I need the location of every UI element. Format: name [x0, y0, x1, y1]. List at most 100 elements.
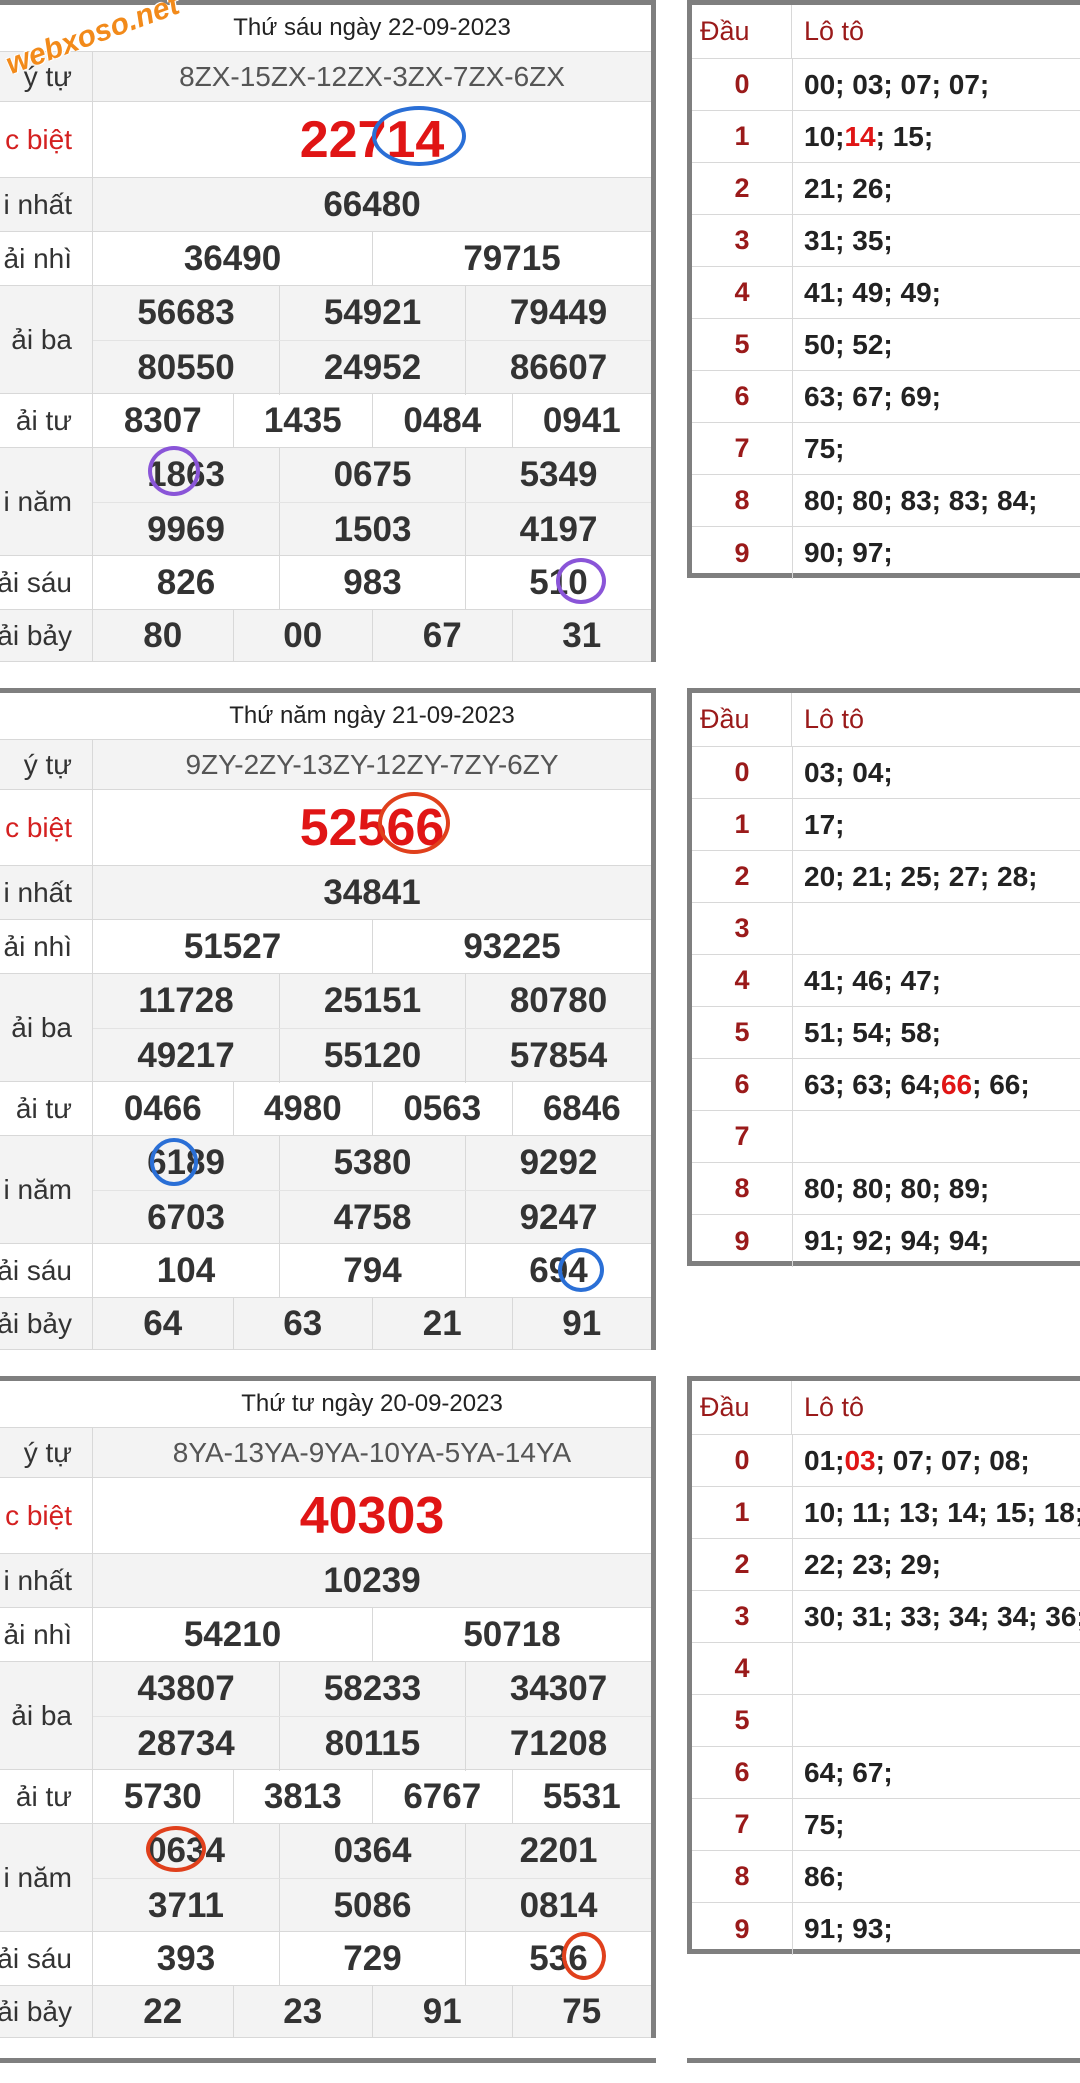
prize-number: 794 — [279, 1244, 465, 1298]
result-row-dac_biet: c biệt 52566 — [0, 790, 651, 866]
prize-number: 25151 — [279, 974, 465, 1028]
loto-header-loto: Lô tô — [804, 704, 865, 734]
prize-number: 24952 — [279, 341, 465, 395]
prize-number: 86607 — [465, 341, 651, 395]
loto-number-text: 91; 92; 94; 94; — [804, 1225, 990, 1256]
prize-number: 64 — [143, 1304, 183, 1343]
loto-values: 50; 52; — [804, 319, 1080, 370]
prize-number: 729 — [279, 1932, 465, 1986]
prize-number: 11728 — [138, 981, 234, 1020]
prize-number: 0484 — [372, 394, 512, 448]
loto-number-text: 17; — [804, 808, 845, 840]
loto-head-digit: 1 — [692, 799, 793, 850]
loto-values: 31; 35; — [804, 215, 1080, 266]
loto-values: 41; 46; 47; — [804, 955, 1080, 1006]
result-row-tu: ải tư 5730 3813 6767 5531 — [0, 1770, 651, 1824]
day-block: Thứ năm ngày 21-09-2023 ý tự 9ZY-2ZY-13ZY-… — [0, 688, 1080, 1376]
loto-number-text: 64; 67; — [804, 1756, 893, 1788]
loto-table: Đầu Lô tô 0 01; 03; 07; 07; 08; 1 10; 11; 13;… — [687, 1376, 1080, 1955]
value-line: 56683 54921 79449 — [93, 286, 651, 340]
prize-number: 6703 — [147, 1198, 225, 1237]
loto-values: 41; 49; 49; — [804, 267, 1080, 318]
loto-head-digit: 7 — [692, 423, 793, 474]
loto-header-loto: Lô tô — [804, 16, 865, 46]
loto-row: 5 51; 54; 58; — [692, 1007, 1080, 1059]
loto-head-digit: 0 — [692, 59, 793, 110]
loto-header-dau: Đầu — [692, 5, 792, 58]
loto-number-text: 10; 11; 13; 14; 15; 18; — [804, 1496, 1080, 1528]
value-line: 80550 24952 86607 — [93, 340, 651, 395]
prize-number: 694 — [465, 1244, 651, 1298]
prize-number: 67 — [372, 610, 512, 662]
prize-number: 79449 — [465, 286, 651, 340]
prize-number: 71208 — [465, 1717, 651, 1771]
next-results-table-edge — [0, 2058, 656, 2083]
result-row-bay: ải bảy 22 23 91 75 — [0, 1986, 651, 2038]
prize-number: 9247 — [465, 1191, 651, 1245]
prize-number: 75 — [511, 1986, 652, 2038]
value-line: 34841 — [93, 866, 651, 920]
loto-number-text: 31; 35; — [804, 224, 893, 256]
loto-number-text: 41; 49; 49; — [804, 276, 941, 308]
prize-number: 4980 — [232, 1082, 373, 1136]
day-title: Thứ năm ngày 21-09-2023 — [229, 702, 515, 729]
prize-values: 56683 54921 79449 80550 24952 86607 — [93, 286, 651, 395]
value-line: 9969 1503 4197 — [93, 502, 651, 557]
prize-values: 36490 79715 — [93, 232, 651, 286]
loto-head-digit: 6 — [692, 1059, 793, 1110]
result-row-ba: ải ba 56683 54921 79449 80550 24952 86607 — [0, 286, 651, 395]
prize-label-nhi: ải nhì — [0, 920, 93, 973]
prize-number: 21 — [372, 1298, 512, 1350]
prize-values: 51527 93225 — [93, 920, 651, 974]
prize-number: 58233 — [279, 1662, 465, 1716]
loto-number-text: ; 15; — [875, 120, 934, 152]
prize-values: 5730 3813 6767 5531 — [93, 1770, 652, 1824]
prize-number: 0941 — [511, 394, 652, 448]
prize-number: 56683 — [137, 293, 235, 332]
prize-number: 10239 — [323, 1561, 421, 1600]
prize-number: 5086 — [279, 1879, 465, 1933]
loto-number-text: 51; 54; 58; — [804, 1016, 941, 1048]
special-prize-number: 40303 — [299, 1486, 445, 1545]
loto-number-text: 22; 23; 29; — [804, 1548, 941, 1580]
value-line: 43807 58233 34307 — [93, 1662, 651, 1716]
loto-values: 75; — [804, 1799, 1080, 1850]
prize-values: 40303 — [93, 1478, 651, 1553]
loto-header-dau: Đầu — [692, 693, 792, 746]
loto-number-text: ; 07; 07; 08; — [875, 1444, 1030, 1476]
loto-number-text: 75; — [804, 1808, 845, 1840]
prize-number: 6189 — [147, 1143, 225, 1182]
prize-number: 5380 — [279, 1136, 465, 1190]
loto-head-digit: 5 — [692, 1007, 793, 1058]
ky-hieu-code: 8YA-13YA-9YA-10YA-5YA-14YA — [172, 1436, 572, 1468]
loto-row: 1 10; 14; 15; — [692, 111, 1080, 163]
loto-values: 10; 11; 13; 14; 15; 18; — [804, 1487, 1080, 1538]
loto-values: 21; 26; — [804, 163, 1080, 214]
prize-label-nam: i năm — [0, 1824, 93, 1931]
result-row-dac_biet: c biệt 22714 — [0, 102, 651, 178]
prize-number: 2201 — [465, 1824, 651, 1878]
value-line: 64 63 21 91 — [93, 1298, 651, 1350]
loto-values: 03; 04; — [804, 747, 1080, 798]
loto-row: 7 75; — [692, 1799, 1080, 1851]
prize-number: 0814 — [465, 1879, 651, 1933]
prize-label-tu: ải tư — [0, 1082, 93, 1135]
loto-head-digit: 6 — [692, 1747, 793, 1798]
prize-number: 0563 — [372, 1082, 512, 1136]
loto-row: 9 90; 97; — [692, 527, 1080, 579]
prize-number: 57854 — [465, 1029, 651, 1083]
prize-number: 5531 — [511, 1770, 652, 1824]
loto-row: 6 64; 67; — [692, 1747, 1080, 1799]
result-row-nhat: i nhất 10239 — [0, 1554, 651, 1608]
prize-values: 9ZY-2ZY-13ZY-12ZY-7ZY-6ZY — [93, 740, 651, 789]
loto-number-text: 80; 80; 83; 83; 84; — [804, 484, 1038, 516]
value-line: 0466 4980 0563 6846 — [93, 1082, 651, 1136]
special-prize-number: 22714 — [299, 110, 445, 169]
loto-head-digit: 0 — [692, 1435, 793, 1486]
loto-header-row: Đầu Lô tô — [692, 693, 1080, 747]
value-line: 393 729 536 — [93, 1932, 651, 1986]
loto-number-text: 10; — [804, 120, 845, 152]
loto-row: 9 91; 92; 94; 94; — [692, 1215, 1080, 1267]
result-row-nhi: ải nhì 54210 50718 — [0, 1608, 651, 1662]
prize-number: 536 — [465, 1932, 651, 1986]
